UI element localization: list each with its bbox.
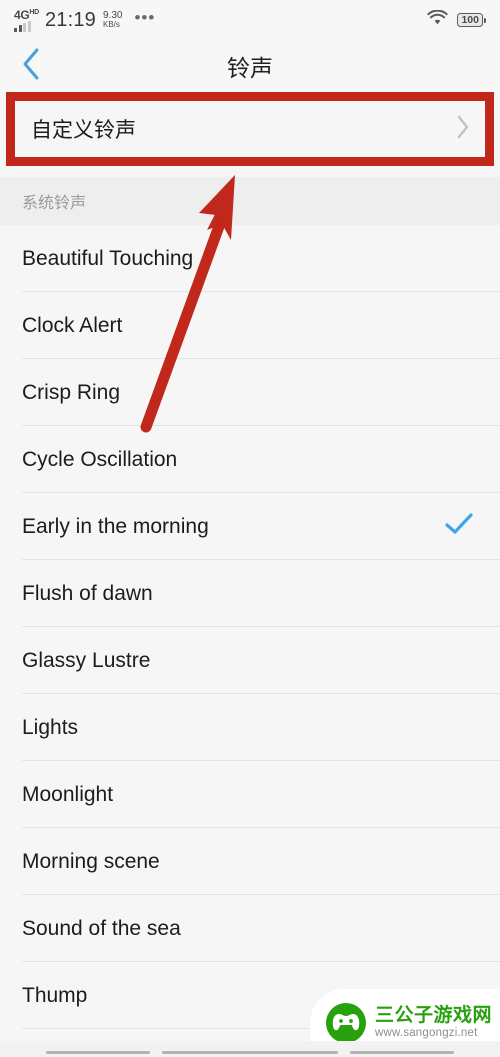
ringtone-name: Flush of dawn: [22, 581, 153, 605]
system-ringtones-section-header: 系统铃声: [0, 177, 500, 225]
custom-ringtone-highlight-box: 自定义铃声: [6, 92, 494, 166]
status-bar-right: 100: [427, 9, 486, 31]
network-speed-unit: KB/s: [103, 20, 120, 30]
custom-ringtone-row[interactable]: 自定义铃声: [15, 101, 485, 157]
ringtone-name: Clock Alert: [22, 313, 123, 337]
nav-home-button[interactable]: [162, 1051, 338, 1054]
ringtone-name: Sound of the sea: [22, 916, 181, 940]
ringtone-row[interactable]: Beautiful Touching: [0, 225, 500, 292]
network-type-indicator: 4GHD: [14, 9, 39, 32]
ringtone-row[interactable]: Cycle Oscillation: [0, 426, 500, 493]
ringtone-name: Crisp Ring: [22, 380, 121, 404]
battery-cap-icon: [484, 17, 486, 23]
chevron-right-icon: [455, 114, 471, 145]
status-overflow-icon: •••: [134, 7, 156, 27]
watermark-site-name: 三公子游戏网: [374, 1005, 492, 1027]
signal-strength-icon: [14, 20, 31, 32]
ringtone-name: Lights: [22, 715, 79, 739]
ringtone-name: Thump: [22, 983, 88, 1007]
phone-screen: 4GHD 21:19 9.30 KB/s ••• 100 铃声 自定义铃声 系统…: [0, 0, 500, 1057]
watermark-text: 三公子游戏网 www.sangongzi.net: [375, 1005, 492, 1040]
status-bar: 4GHD 21:19 9.30 KB/s ••• 100: [0, 0, 500, 40]
check-icon: [444, 512, 474, 541]
wifi-icon: [427, 9, 449, 31]
ringtone-row[interactable]: Crisp Ring: [0, 359, 500, 426]
network-type-label: 4GHD: [14, 7, 39, 22]
back-button[interactable]: [0, 40, 62, 92]
ringtone-name: Cycle Oscillation: [22, 447, 178, 471]
ringtone-row[interactable]: Clock Alert: [0, 292, 500, 359]
battery-level-label: 100: [457, 12, 483, 28]
app-header: 铃声: [0, 40, 500, 92]
status-bar-clock: 21:19: [44, 8, 96, 31]
page-title: 铃声: [227, 55, 273, 81]
ringtone-row[interactable]: Flush of dawn: [0, 560, 500, 627]
ringtone-name: Morning scene: [22, 849, 160, 873]
watermark-url: www.sangongzi.net: [374, 1027, 478, 1040]
ringtone-row[interactable]: Sound of the sea: [0, 895, 500, 962]
network-speed-indicator: 9.30 KB/s: [103, 10, 122, 30]
status-bar-left: 4GHD 21:19 9.30 KB/s •••: [14, 8, 155, 33]
ringtone-row[interactable]: Morning scene: [0, 828, 500, 895]
ringtone-row[interactable]: Lights: [0, 694, 500, 761]
system-navigation-bar: [0, 1041, 500, 1057]
ringtone-row[interactable]: Glassy Lustre: [0, 627, 500, 694]
ringtone-list: Beautiful Touching Clock Alert Crisp Ring C…: [0, 225, 500, 1029]
custom-ringtone-label: 自定义铃声: [31, 119, 136, 142]
ringtone-name: Beautiful Touching: [22, 246, 194, 270]
ringtone-name: Early in the morning: [22, 514, 209, 538]
ringtone-row[interactable]: Early in the morning: [0, 493, 500, 560]
section-title: 系统铃声: [22, 195, 87, 212]
nav-back-button[interactable]: [46, 1051, 150, 1054]
ringtone-name: Glassy Lustre: [22, 648, 151, 672]
ringtone-row[interactable]: Moonlight: [0, 761, 500, 828]
game-controller-mascot-icon: [325, 1003, 366, 1043]
chevron-left-icon: [20, 47, 42, 86]
nav-recent-button[interactable]: [350, 1051, 454, 1054]
ringtone-name: Moonlight: [22, 782, 114, 806]
battery-indicator: 100: [457, 12, 486, 28]
